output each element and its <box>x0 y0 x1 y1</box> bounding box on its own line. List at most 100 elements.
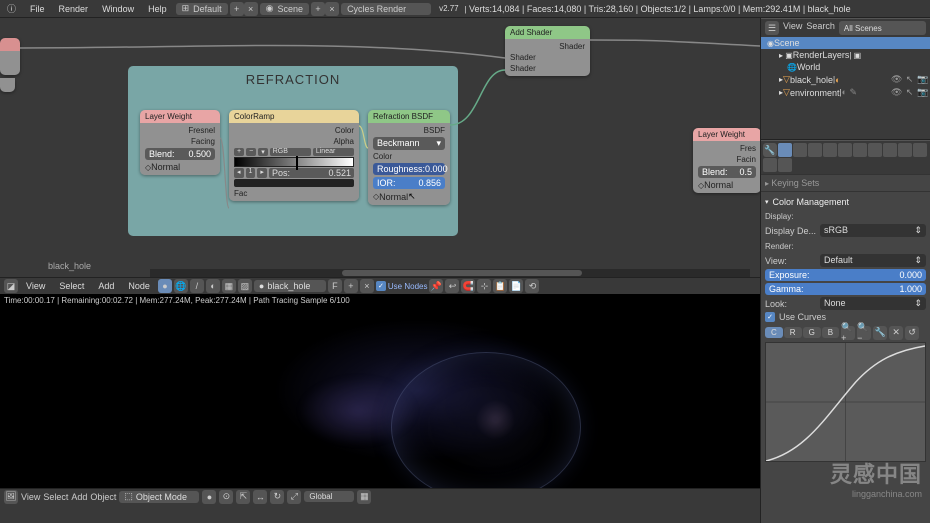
shader-type-world[interactable]: 🌐 <box>174 279 188 293</box>
manip-translate[interactable]: ↔ <box>253 490 267 504</box>
cr-add-stop[interactable]: + <box>234 148 244 156</box>
ol-search[interactable]: Search <box>806 21 835 35</box>
go-parent[interactable]: ↩ <box>445 279 459 293</box>
scene-add-button[interactable]: + <box>311 2 325 16</box>
camera-icon2[interactable]: 📷 <box>917 87 928 98</box>
node-refraction-bsdf[interactable]: Refraction BSDF BSDF Beckmann▾ Color Rou… <box>368 110 450 205</box>
eye-icon2[interactable]: 👁 <box>891 87 902 98</box>
colormgmt-header[interactable]: Color Management <box>765 194 926 210</box>
cr-mode[interactable]: RGB <box>270 148 311 156</box>
tab-constraints[interactable] <box>853 143 867 157</box>
curve-reset[interactable]: ↺ <box>905 326 919 340</box>
use-curves-check[interactable]: ✓ <box>765 312 775 322</box>
manip-rotate[interactable]: ↻ <box>270 490 284 504</box>
material-field[interactable]: ●black_hole <box>254 280 326 292</box>
cr-prev[interactable]: ◂ <box>234 168 244 178</box>
lw2-fresnel[interactable]: Fres <box>693 143 761 154</box>
cr-alpha-output[interactable]: Alpha <box>229 136 359 147</box>
screen-layout-field[interactable]: ⊞Default <box>176 3 228 15</box>
view-field[interactable]: Default⇕ <box>820 254 926 267</box>
curve-clip[interactable]: ✕ <box>889 326 903 340</box>
material-add[interactable]: + <box>344 279 358 293</box>
snap-type[interactable]: ⊹ <box>477 279 491 293</box>
material-fake-user[interactable]: F <box>328 279 342 293</box>
v3-object[interactable]: Object <box>90 492 116 502</box>
node-add-shader[interactable]: Add Shader Shader Shader Shader <box>505 26 590 76</box>
v3-view[interactable]: View <box>21 492 40 502</box>
rf-roughness[interactable]: Roughness:0.000 <box>368 162 450 176</box>
curve-tab-g[interactable]: G <box>803 327 821 338</box>
tab-render-layers[interactable] <box>793 143 807 157</box>
v3-add[interactable]: Add <box>71 492 87 502</box>
layout-add-button[interactable]: + <box>230 2 244 16</box>
material-remove[interactable]: × <box>360 279 374 293</box>
shader-type-object[interactable]: ● <box>158 279 172 293</box>
use-nodes-checkbox[interactable]: ✓ <box>376 281 386 291</box>
lw-fresnel-output[interactable]: Fresnel <box>140 125 220 136</box>
cr-menu[interactable]: ▾ <box>258 148 268 156</box>
outliner-type[interactable]: ☰ <box>765 21 779 35</box>
add-shader-input1[interactable]: Shader <box>505 52 590 63</box>
ol-filter[interactable]: All Scenes <box>839 21 926 35</box>
snap-button[interactable]: 🧲 <box>461 279 475 293</box>
curve-zoom-in[interactable]: 🔍+ <box>841 326 855 340</box>
ne-add[interactable]: Add <box>92 281 120 291</box>
ne-select[interactable]: Select <box>53 281 90 291</box>
curve-canvas[interactable] <box>765 342 926 462</box>
paste-nodes[interactable]: 📄 <box>509 279 523 293</box>
rf-color-input[interactable]: Color <box>368 151 450 162</box>
cr-next[interactable]: ▸ <box>257 168 267 178</box>
ol-environment[interactable]: ▸ ▽ environment | ◐ ✎👁↖📷 <box>761 86 930 99</box>
orientation-field[interactable]: Global <box>304 491 354 502</box>
cr-index[interactable]: 1 <box>246 168 256 178</box>
tab-particles[interactable] <box>763 158 777 172</box>
keying-label[interactable]: ▸ Keying Sets <box>765 177 926 189</box>
manipulator-toggle[interactable]: ⇱ <box>236 490 250 504</box>
curve-tab-b[interactable]: B <box>822 327 839 338</box>
lw2-normal[interactable]: ◇ Normal <box>693 179 761 191</box>
exposure-field[interactable]: Exposure:0.000 <box>765 269 926 281</box>
auto-render[interactable]: ⟲ <box>525 279 539 293</box>
curve-tools[interactable]: 🔧 <box>873 326 887 340</box>
gamma-field[interactable]: Gamma:1.000 <box>765 283 926 295</box>
tab-data[interactable] <box>883 143 897 157</box>
look-field[interactable]: None⇕ <box>820 297 926 310</box>
cursor-icon2[interactable]: ↖ <box>904 87 915 98</box>
rf-ior[interactable]: IOR:0.856 <box>368 176 450 190</box>
cr-del-stop[interactable]: − <box>246 148 256 156</box>
lw2-blend[interactable]: Blend:0.5 <box>693 165 761 179</box>
scene-remove-button[interactable]: × <box>325 2 339 16</box>
ne-view[interactable]: View <box>20 281 51 291</box>
node-partial-left[interactable] <box>0 38 20 75</box>
ol-world[interactable]: 🌐 World <box>761 61 930 73</box>
menu-help[interactable]: Help <box>141 4 174 14</box>
cr-fac-input[interactable]: Fac <box>229 188 359 199</box>
layers-button[interactable]: ▦ <box>357 490 371 504</box>
curve-tab-c[interactable]: C <box>765 327 783 338</box>
v3-select[interactable]: Select <box>43 492 68 502</box>
copy-nodes[interactable]: 📋 <box>493 279 507 293</box>
render-engine-field[interactable]: Cycles Render <box>341 3 431 15</box>
node-layer-weight[interactable]: Layer Weight Fresnel Facing Blend:0.500 … <box>140 110 220 175</box>
hscroll-thumb[interactable] <box>342 270 582 276</box>
editor-type-icon[interactable]: ⓘ <box>0 2 23 15</box>
pin-button[interactable]: 📌 <box>429 279 443 293</box>
node-partial-left2[interactable] <box>0 78 15 92</box>
ol-view[interactable]: View <box>783 21 802 35</box>
cr-interp[interactable]: Linear <box>313 148 354 156</box>
pivot-button[interactable]: ⊙ <box>219 490 233 504</box>
tab-modifiers[interactable] <box>868 143 882 157</box>
camera-icon[interactable]: 📷 <box>917 74 928 85</box>
tree-type-tex[interactable]: ▨ <box>238 279 252 293</box>
rf-bsdf-output[interactable]: BSDF <box>368 125 450 136</box>
rf-distribution[interactable]: Beckmann▾ <box>368 136 450 151</box>
shader-type-line[interactable]: / <box>190 279 204 293</box>
menu-file[interactable]: File <box>23 4 52 14</box>
menu-render[interactable]: Render <box>52 4 96 14</box>
ol-scene[interactable]: ◉ Scene <box>761 37 930 49</box>
add-shader-input2[interactable]: Shader <box>505 63 590 74</box>
props-editor-type[interactable]: 🔧 <box>763 143 777 157</box>
lw-normal-input[interactable]: ◇ Normal <box>140 161 220 173</box>
tree-type-compo[interactable]: ▦ <box>222 279 236 293</box>
curve-tab-r[interactable]: R <box>784 327 802 338</box>
